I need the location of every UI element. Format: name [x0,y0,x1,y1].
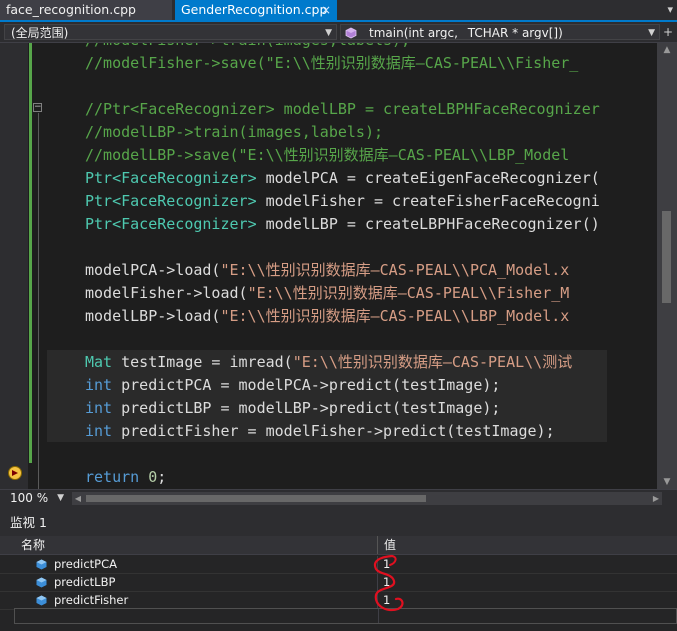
code-line: modelFisher->load("E:\\性别识别数据库—CAS-PEAL\… [85,284,570,302]
indicator-margin[interactable] [0,43,28,489]
watch-column-headers: 名称 值 [0,536,677,555]
column-divider [377,556,378,573]
scope-dropdown[interactable]: (全局范围) ▼ [4,24,337,40]
current-statement-arrow-icon[interactable] [8,466,22,480]
close-icon[interactable]: × [321,0,331,20]
variable-cube-icon [36,559,47,570]
scroll-right-icon[interactable]: ▶ [650,492,662,505]
watch-new-entry-row[interactable] [14,608,677,624]
watch-variable-name: predictFisher [54,593,129,607]
code-line: //modelLBP->save("E:\\性别识别数据库—CAS-PEAL\\… [85,146,570,164]
tab-gender-recognition[interactable]: GenderRecognition.cpp × [175,0,337,20]
watch-row[interactable]: predictLBP 1 [0,574,677,592]
collapse-icon[interactable]: − [33,103,42,112]
code-line: return 0; [85,468,167,486]
document-tab-strip: face_recognition.cpp GenderRecognition.c… [0,0,677,20]
chevron-down-icon: ▼ [325,28,332,38]
code-line: Ptr<FaceRecognizer> modelFisher = create… [85,192,600,210]
value-column-header[interactable]: 值 [384,536,396,554]
variable-cube-icon [36,577,47,588]
scrollbar-thumb[interactable] [86,495,426,502]
navigation-bar: (全局范围) ▼ _tmain(int argc, _TCHAR * argv[… [0,22,677,43]
zoom-dropdown[interactable]: 100 % ▼ [4,490,66,507]
chevron-down-icon: ▼ [57,493,64,503]
tab-overflow-icon[interactable]: ▾ [667,0,673,20]
code-line: //Ptr<FaceRecognizer> modelLBP = createL… [85,100,600,118]
watch-variable-value[interactable]: 1 [383,556,390,573]
change-tracking-bar [29,43,32,463]
scroll-down-icon[interactable]: ▼ [657,475,677,489]
scrollbar-thumb[interactable] [662,211,671,303]
code-line: //modelLBP->train(images,labels); [85,123,384,141]
code-line: Ptr<FaceRecognizer> modelLBP = createLBP… [85,215,600,233]
horizontal-scrollbar[interactable]: ◀ ▶ [72,492,662,505]
code-line: Ptr<FaceRecognizer> modelPCA = createEig… [85,169,600,187]
code-line: modelLBP->load("E:\\性别识别数据库—CAS-PEAL\\LB… [85,307,570,325]
zoom-value: 100 % [10,491,49,505]
scope-value: (全局范围) [11,26,69,40]
watch-row[interactable]: predictPCA 1 [0,556,677,574]
watch-variable-name: predictLBP [54,575,116,589]
function-cube-icon [345,27,357,39]
column-divider[interactable] [377,536,378,554]
chevron-down-icon: ▼ [648,28,655,38]
tab-face-recognition[interactable]: face_recognition.cpp [0,0,172,20]
code-text[interactable]: //modelFisher->train(images,labels); //m… [85,43,655,489]
vertical-scrollbar[interactable]: ▲ ▼ [657,43,677,489]
watch-variable-name: predictPCA [54,557,118,571]
function-value: _tmain(int argc, _TCHAR * argv[]) [363,26,563,40]
column-divider [377,592,378,609]
code-line: //modelFisher->save("E:\\性别识别数据库—CAS-PEA… [85,54,579,72]
watch-variable-value[interactable]: 1 [383,592,390,609]
scroll-left-icon[interactable]: ◀ [72,492,84,505]
name-column-header[interactable]: 名称 [21,536,45,554]
function-dropdown[interactable]: _tmain(int argc, _TCHAR * argv[]) ▼ [340,24,660,40]
code-line: int predictFisher = modelFisher->predict… [85,422,555,440]
code-line: //modelFisher->train(images,labels); [85,43,410,52]
watch-window-title[interactable]: 监视 1 [0,510,677,536]
code-line: int predictLBP = modelLBP->predict(testI… [85,399,501,417]
split-window-icon[interactable]: + [662,25,674,39]
outlining-guide [38,113,39,489]
editor-status-row: 100 % ▼ ◀ ▶ [0,489,677,508]
tab-label: face_recognition.cpp [6,2,136,17]
code-line: Mat testImage = imread("E:\\性别识别数据库—CAS-… [85,353,573,371]
code-line: modelPCA->load("E:\\性别识别数据库—CAS-PEAL\\PC… [85,261,570,279]
variable-cube-icon [36,595,47,606]
watch-variable-value[interactable]: 1 [383,574,390,591]
code-editor[interactable]: − //modelFisher->train(images,labels); /… [0,43,677,489]
column-divider [378,609,379,623]
tab-label: GenderRecognition.cpp [181,2,328,17]
code-line: int predictPCA = modelPCA->predict(testI… [85,376,501,394]
scroll-up-icon[interactable]: ▲ [657,43,677,57]
column-divider [377,574,378,591]
watch-window: 监视 1 名称 值 predictPCA 1 predictLBP 1 pred… [0,510,677,631]
